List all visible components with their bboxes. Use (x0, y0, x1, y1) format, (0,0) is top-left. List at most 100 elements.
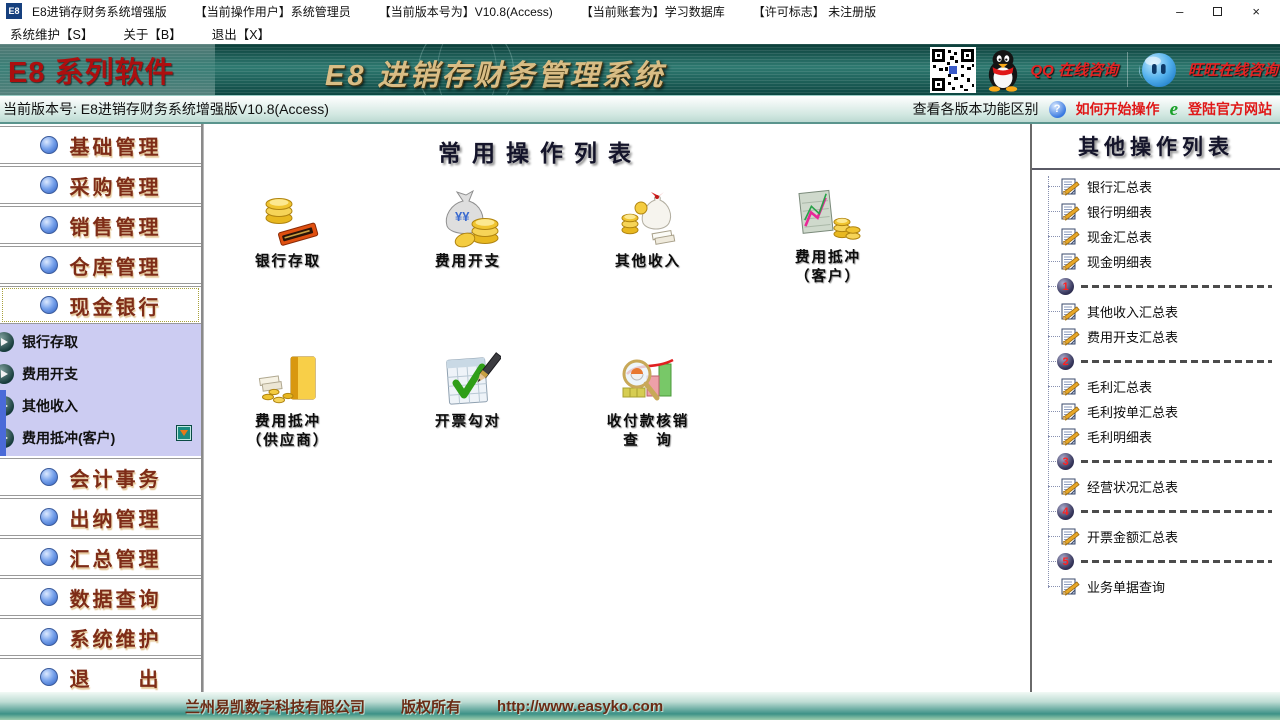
sidebar-item-label: 数据查询 (70, 583, 162, 612)
sidebar-item-cash-bank[interactable]: 现金银行 (0, 286, 201, 324)
payment-verify-query-icon (615, 352, 681, 410)
report-bank-summary[interactable]: 银行汇总表 (1032, 174, 1280, 199)
shortcut-expense[interactable]: ¥¥ 费用开支 (392, 188, 544, 272)
compare-versions-link[interactable]: 查看各版本功能区别 (913, 99, 1039, 119)
sidebar-item-accounting[interactable]: 会计事务 (0, 458, 201, 496)
submenu-item-label: 费用开支 (22, 364, 78, 384)
right-sidebar: 其他操作列表 银行汇总表 银行明细表 (1030, 124, 1280, 692)
shortcut-label-line2: 查 询 (572, 432, 724, 451)
shortcut-other-income[interactable]: 其他收入 (572, 188, 724, 272)
submenu-item-bank-deposit[interactable]: 银行存取 (0, 326, 201, 358)
titlebar: E8 E8进销存财务系统增强版 【当前操作用户】系统管理员 【当前版本号为】V1… (0, 0, 1280, 22)
notepad-pencil-icon (1061, 202, 1080, 221)
shortcut-bank-deposit[interactable]: 银行存取 (212, 188, 364, 272)
left-sidebar: 基础管理 采购管理 销售管理 仓库管理 现金银行 银行存取 (0, 124, 203, 692)
blue-orb-icon (40, 136, 58, 154)
submenu-item-label: 其他收入 (22, 396, 78, 416)
sidebar-item-exit[interactable]: 退 出 (0, 658, 201, 692)
restore-button[interactable] (1213, 7, 1222, 16)
browser-e-icon[interactable]: e (1170, 100, 1178, 119)
sidebar-item-sales-management[interactable]: 销售管理 (0, 206, 201, 244)
blue-orb-icon (40, 508, 58, 526)
blue-orb-icon (40, 256, 58, 274)
expense-icon: ¥¥ (435, 188, 501, 250)
report-bank-detail[interactable]: 银行明细表 (1032, 199, 1280, 224)
blue-orb-icon (40, 296, 58, 314)
notepad-pencil-icon (1061, 252, 1080, 271)
copyright-text: 版权所有 (401, 696, 461, 717)
report-cash-summary[interactable]: 现金汇总表 (1032, 224, 1280, 249)
sidebar-item-basic-management[interactable]: 基础管理 (0, 126, 201, 164)
number-ball-icon: 1 (1057, 278, 1074, 295)
banner-links: QQ 在线咨询 旺旺在线咨询 (930, 44, 1278, 95)
report-other-income-summary[interactable]: 其他收入汇总表 (1032, 299, 1280, 324)
other-operations-title: 其他操作列表 (1032, 124, 1280, 170)
report-gross-profit-detail[interactable]: 毛利明细表 (1032, 424, 1280, 449)
tree-item-label: 现金明细表 (1087, 252, 1152, 271)
shortcut-payment-verify-query[interactable]: 收付款核销 查 询 (572, 352, 724, 451)
banner: E8 系列软件 E8 进销存财务管理系统 (0, 44, 1280, 96)
report-expense-summary[interactable]: 费用开支汇总表 (1032, 324, 1280, 349)
sidebar-item-label: 基础管理 (70, 131, 162, 160)
report-operation-status-summary[interactable]: 经营状况汇总表 (1032, 474, 1280, 499)
shortcut-expense-offset-customer[interactable]: 费用抵冲 （客户） (752, 188, 904, 287)
help-icon[interactable]: ? (1049, 101, 1066, 118)
report-gross-profit-by-order[interactable]: 毛利按单汇总表 (1032, 399, 1280, 424)
qq-penguin-icon[interactable] (985, 47, 1021, 93)
sidebar-item-warehouse-management[interactable]: 仓库管理 (0, 246, 201, 284)
company-name: 兰州易凯数字科技有限公司 (185, 696, 365, 717)
tree-item-label: 毛利汇总表 (1087, 377, 1152, 396)
report-cash-detail[interactable]: 现金明细表 (1032, 249, 1280, 274)
close-button[interactable]: × (1252, 5, 1260, 18)
wangwang-icon[interactable] (1137, 49, 1179, 91)
footer: 兰州易凯数字科技有限公司 版权所有 http://www.easyko.com (0, 692, 1280, 720)
submenu-item-expense[interactable]: 费用开支 (0, 358, 201, 390)
arrow-sphere-icon (0, 364, 14, 384)
shortcut-label: 银行存取 (212, 253, 364, 272)
website-url: http://www.easyko.com (497, 698, 663, 715)
menu-about[interactable]: 关于【B】 (123, 24, 181, 43)
sidebar-item-data-query[interactable]: 数据查询 (0, 578, 201, 616)
report-gross-profit-summary[interactable]: 毛利汇总表 (1032, 374, 1280, 399)
shortcut-expense-offset-supplier[interactable]: 费用抵冲 （供应商） (212, 352, 364, 451)
qr-code-icon (930, 47, 976, 93)
content-area: 基础管理 采购管理 销售管理 仓库管理 现金银行 银行存取 (0, 124, 1280, 692)
official-website-link[interactable]: 登陆官方网站 (1188, 99, 1272, 119)
number-ball-icon: 3 (1057, 453, 1074, 470)
submenu-item-expense-offset-customer[interactable]: 费用抵冲(客户) (0, 422, 201, 454)
sidebar-item-label: 汇总管理 (70, 543, 162, 572)
submenu-scroll-down-button[interactable] (176, 425, 192, 441)
blue-orb-icon (40, 216, 58, 234)
notepad-pencil-icon (1061, 302, 1080, 321)
submenu-item-other-income[interactable]: 其他收入 (0, 390, 201, 422)
menu-exit[interactable]: 退出【X】 (212, 24, 270, 43)
tree-separator-2: 2 (1032, 349, 1280, 374)
business-document-query[interactable]: 业务单据查询 (1032, 574, 1280, 599)
dashed-divider (1081, 285, 1272, 288)
blue-orb-icon (40, 668, 58, 686)
notepad-pencil-icon (1061, 427, 1080, 446)
brand-title: E8 系列软件 (0, 44, 215, 95)
how-to-start-link[interactable]: 如何开始操作 (1076, 99, 1160, 119)
tree-item-label: 银行汇总表 (1087, 177, 1152, 196)
shortcut-invoice-check[interactable]: 开票勾对 (392, 352, 544, 432)
sidebar-item-label: 仓库管理 (70, 251, 162, 280)
sidebar-item-system-maintenance[interactable]: 系统维护 (0, 618, 201, 656)
menu-system-maintenance[interactable]: 系统维护【S】 (10, 24, 93, 43)
qq-consult-link[interactable]: QQ 在线咨询 (1030, 59, 1118, 80)
tree-item-label: 经营状况汇总表 (1087, 477, 1178, 496)
sidebar-item-cashier-management[interactable]: 出纳管理 (0, 498, 201, 536)
common-operations-title: 常用操作列表 (390, 134, 690, 168)
blue-orb-icon (40, 468, 58, 486)
minimize-button[interactable]: – (1176, 5, 1183, 18)
main-panel: 常用操作列表 银行存取 (203, 124, 1030, 692)
report-invoice-amount-summary[interactable]: 开票金额汇总表 (1032, 524, 1280, 549)
notepad-pencil-icon (1061, 227, 1080, 246)
tree-item-label: 其他收入汇总表 (1087, 302, 1178, 321)
wangwang-consult-link[interactable]: 旺旺在线咨询 (1188, 59, 1278, 80)
sidebar-item-purchase-management[interactable]: 采购管理 (0, 166, 201, 204)
dashed-divider (1081, 510, 1272, 513)
tree-item-label: 毛利明细表 (1087, 427, 1152, 446)
sidebar-item-summary-management[interactable]: 汇总管理 (0, 538, 201, 576)
shortcut-label: 开票勾对 (392, 413, 544, 432)
